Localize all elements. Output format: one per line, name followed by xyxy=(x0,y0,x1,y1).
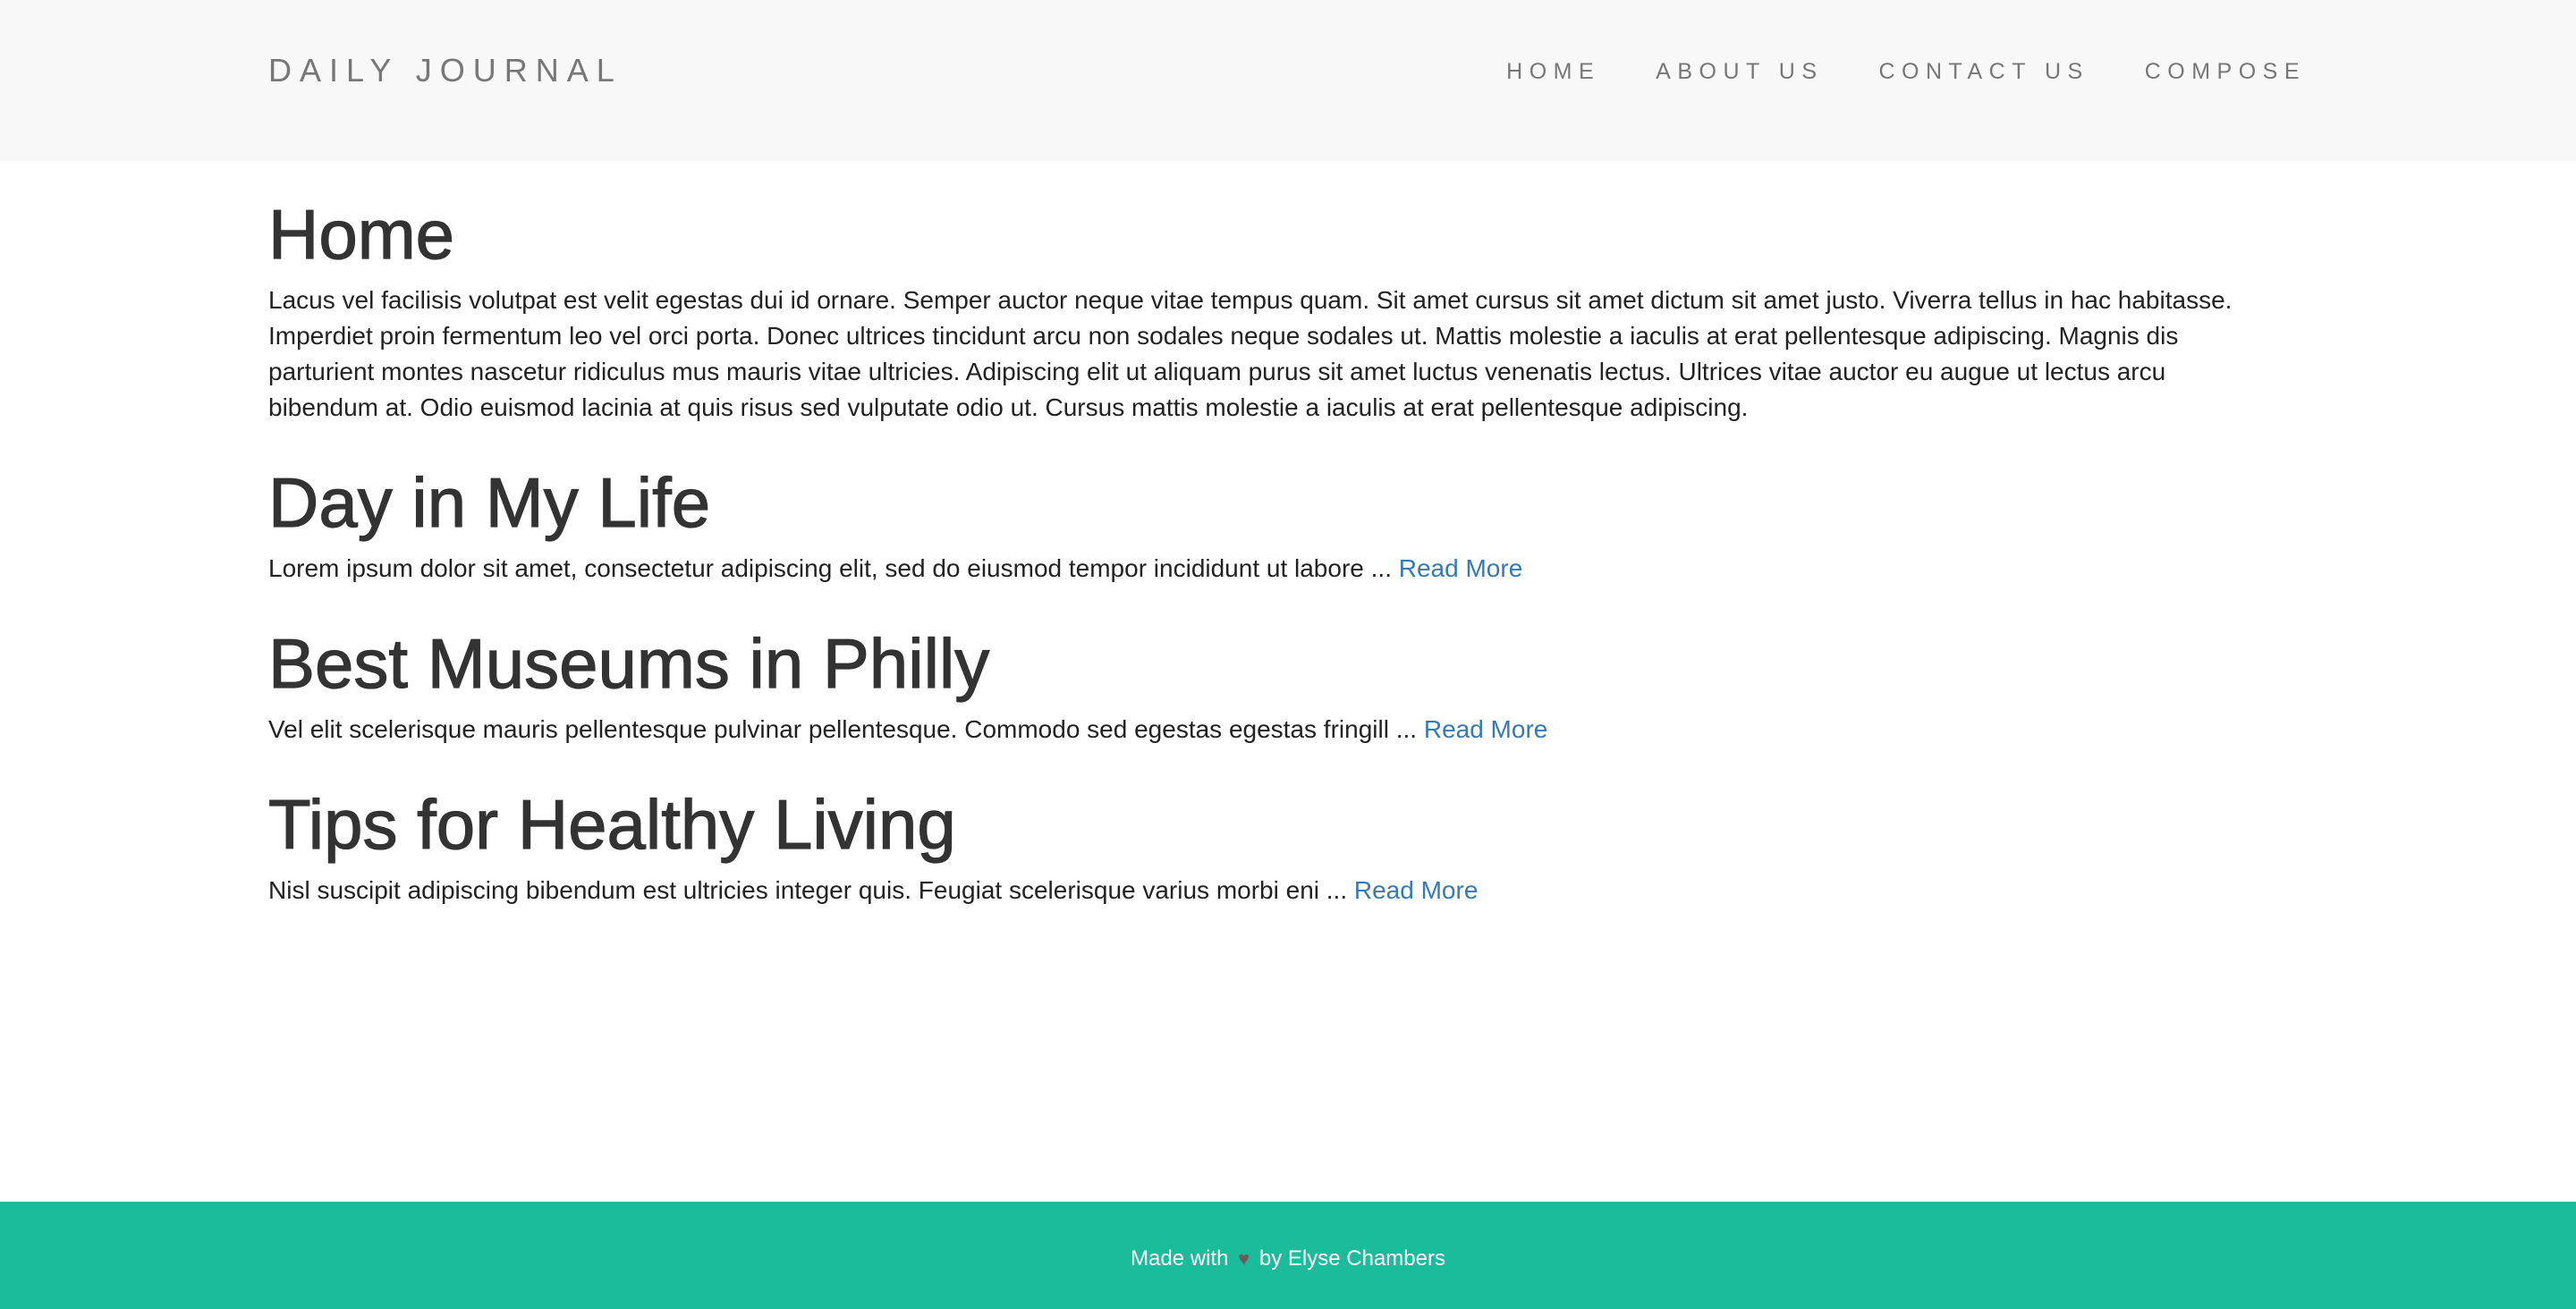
nav-item-contact-us: CONTACT US xyxy=(1879,59,2089,85)
post-excerpt-text: Lorem ipsum dolor sit amet, consectetur … xyxy=(268,554,1392,582)
post-excerpt: Vel elit scelerisque mauris pellentesque… xyxy=(268,712,2272,747)
footer-prefix: Made with xyxy=(1131,1246,1229,1271)
post-item: Best Museums in Philly Vel elit sceleris… xyxy=(267,622,2272,747)
footer-suffix: by Elyse Chambers xyxy=(1258,1246,1445,1271)
nav-link-home[interactable]: HOME xyxy=(1506,59,1600,84)
read-more-link[interactable]: Read More xyxy=(1424,715,1548,743)
main-content: Home Lacus vel facilisis volutpat est ve… xyxy=(267,193,2272,908)
post-excerpt: Lorem ipsum dolor sit amet, consectetur … xyxy=(268,551,2272,587)
nav-link-contact-us[interactable]: CONTACT US xyxy=(1879,59,2089,84)
nav-item-home: HOME xyxy=(1506,59,1600,85)
post-excerpt-text: Nisl suscipit adipiscing bibendum est ul… xyxy=(268,876,1348,904)
brand-link[interactable]: DAILY JOURNAL xyxy=(268,52,623,89)
home-intro-text: Lacus vel facilisis volutpat est velit e… xyxy=(268,286,2233,421)
heart-icon: ♥ xyxy=(1238,1247,1250,1270)
post-excerpt: Nisl suscipit adipiscing bibendum est ul… xyxy=(268,873,2272,908)
footer: Made with ♥ by Elyse Chambers xyxy=(0,1202,2576,1309)
post-excerpt-text: Vel elit scelerisque mauris pellentesque… xyxy=(268,715,1418,743)
page: DAILY JOURNAL HOME ABOUT US CONTACT US C… xyxy=(0,0,2576,1309)
nav-link-about-us[interactable]: ABOUT US xyxy=(1656,59,1823,84)
nav-link-compose[interactable]: COMPOSE xyxy=(2145,59,2306,84)
nav-item-compose: COMPOSE xyxy=(2145,59,2306,85)
footer-credit: Made with ♥ by Elyse Chambers xyxy=(0,1246,2576,1271)
nav-item-about-us: ABOUT US xyxy=(1656,59,1823,85)
read-more-link[interactable]: Read More xyxy=(1354,876,1479,904)
post-title: Best Museums in Philly xyxy=(267,623,990,703)
post-item: Tips for Healthy Living Nisl suscipit ad… xyxy=(267,783,2272,908)
read-more-link[interactable]: Read More xyxy=(1399,554,1523,582)
post-title: Tips for Healthy Living xyxy=(267,784,956,864)
post-title: Day in My Life xyxy=(267,462,711,542)
page-title: Home xyxy=(267,194,455,274)
post-item: Day in My Life Lorem ipsum dolor sit ame… xyxy=(267,461,2272,587)
navbar: DAILY JOURNAL HOME ABOUT US CONTACT US C… xyxy=(0,0,2576,161)
nav-menu: HOME ABOUT US CONTACT US COMPOSE xyxy=(1506,59,2306,85)
